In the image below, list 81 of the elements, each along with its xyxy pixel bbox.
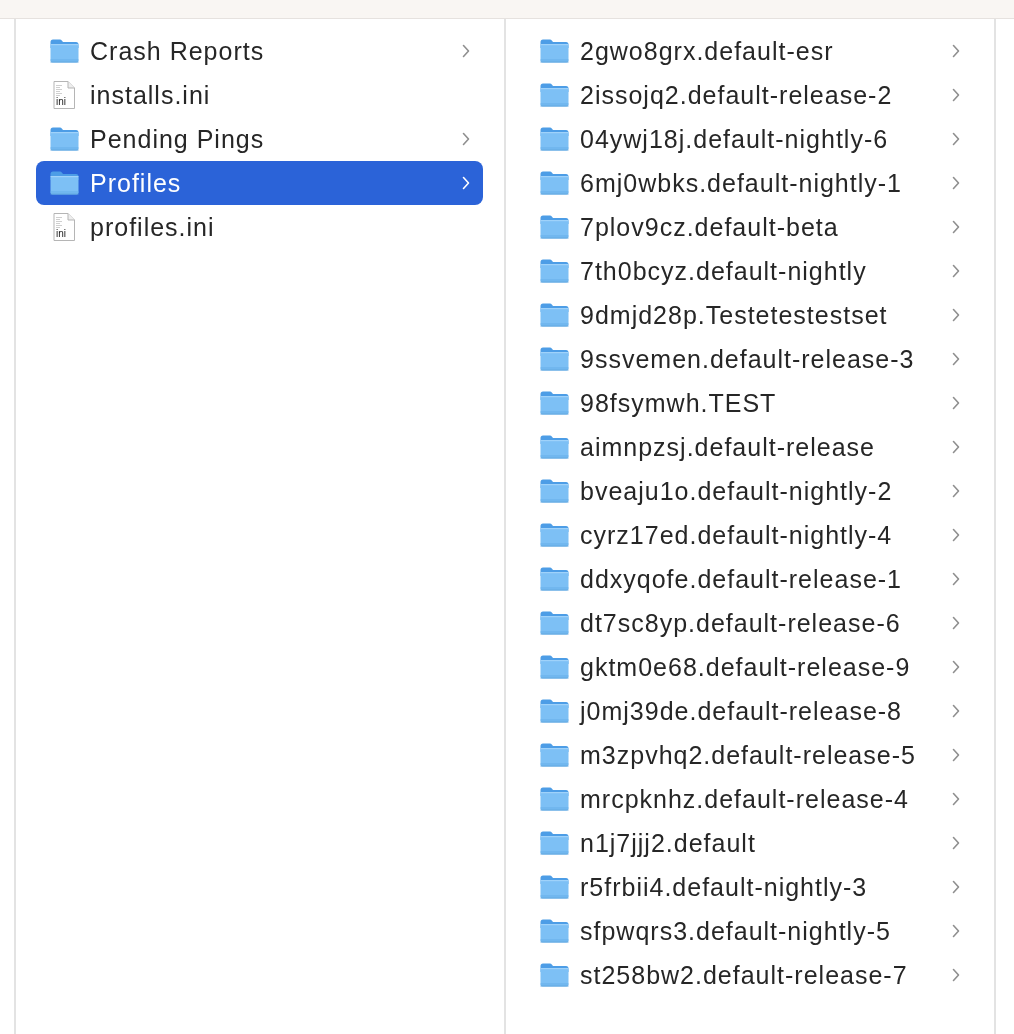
folder-icon — [540, 127, 569, 151]
chevron-icon — [952, 220, 960, 234]
folder-row[interactable]: j0mj39de.default-release-8 — [526, 689, 973, 733]
chevron-icon — [952, 396, 960, 410]
chevron-icon — [952, 484, 960, 498]
folder-icon — [50, 127, 79, 151]
folder-icon — [540, 171, 569, 195]
chevron-icon — [952, 264, 960, 278]
chevron-icon — [952, 132, 960, 146]
chevron-icon — [952, 616, 960, 630]
file-row[interactable]: ini profiles.ini — [36, 205, 483, 249]
folder-row[interactable]: st258bw2.default-release-7 — [526, 953, 973, 997]
folder-icon — [540, 655, 569, 679]
chevron-icon — [952, 660, 960, 674]
folder-icon — [50, 171, 79, 195]
folder-row[interactable]: 98fsymwh.TEST — [526, 381, 973, 425]
folder-icon — [540, 699, 569, 723]
chevron-icon — [952, 528, 960, 542]
chevron-icon — [952, 308, 960, 322]
folder-row[interactable]: gktm0e68.default-release-9 — [526, 645, 973, 689]
folder-row[interactable]: Crash Reports — [36, 29, 483, 73]
folder-row[interactable]: r5frbii4.default-nightly-3 — [526, 865, 973, 909]
folder-icon — [540, 303, 569, 327]
chevron-icon — [462, 132, 470, 146]
file-type-label: ini — [56, 229, 66, 239]
chevron-icon — [952, 792, 960, 806]
chevron-icon — [952, 440, 960, 454]
chevron-icon — [952, 924, 960, 938]
file-type-label: ini — [56, 97, 66, 107]
folder-row[interactable]: 6mj0wbks.default-nightly-1 — [526, 161, 973, 205]
folder-row[interactable]: Pending Pings — [36, 117, 483, 161]
folder-icon — [540, 831, 569, 855]
folder-icon — [50, 39, 79, 63]
folder-row[interactable]: cyrz17ed.default-nightly-4 — [526, 513, 973, 557]
chevron-icon — [952, 88, 960, 102]
folder-row[interactable]: 9ssvemen.default-release-3 — [526, 337, 973, 381]
folder-icon — [540, 347, 569, 371]
folder-icon — [540, 83, 569, 107]
file-row[interactable]: ini installs.ini — [36, 73, 483, 117]
chevron-icon — [462, 176, 470, 190]
chevron-icon — [952, 572, 960, 586]
chevron-icon — [952, 44, 960, 58]
folder-row[interactable]: mrcpknhz.default-release-4 — [526, 777, 973, 821]
folder-icon — [540, 963, 569, 987]
chevron-icon — [952, 748, 960, 762]
folder-row[interactable]: bveaju1o.default-nightly-2 — [526, 469, 973, 513]
chevron-icon — [952, 704, 960, 718]
chevron-icon — [952, 880, 960, 894]
chevron-icon — [462, 44, 470, 58]
document-icon — [53, 213, 75, 241]
folder-icon — [540, 479, 569, 503]
folder-icon — [540, 567, 569, 591]
chevron-icon — [952, 836, 960, 850]
folder-row[interactable]: 2gwo8grx.default-esr — [526, 29, 973, 73]
folder-icon — [540, 259, 569, 283]
chevron-icon — [952, 968, 960, 982]
folder-row[interactable]: dt7sc8yp.default-release-6 — [526, 601, 973, 645]
folder-icon — [540, 215, 569, 239]
folder-row[interactable]: 04ywj18j.default-nightly-6 — [526, 117, 973, 161]
chevron-icon — [952, 352, 960, 366]
folder-row[interactable]: 7th0bcyz.default-nightly — [526, 249, 973, 293]
folder-icon — [540, 787, 569, 811]
folder-row[interactable]: 2issojq2.default-release-2 — [526, 73, 973, 117]
folder-row[interactable]: ddxyqofe.default-release-1 — [526, 557, 973, 601]
folder-icon — [540, 875, 569, 899]
folder-icon — [540, 743, 569, 767]
folder-row[interactable]: Profiles — [36, 161, 483, 205]
folder-row[interactable]: n1j7jjj2.default — [526, 821, 973, 865]
chevron-icon — [952, 176, 960, 190]
document-icon — [53, 81, 75, 109]
folder-row[interactable]: aimnpzsj.default-release — [526, 425, 973, 469]
folder-icon — [540, 435, 569, 459]
folder-icon — [540, 611, 569, 635]
folder-row[interactable]: 7plov9cz.default-beta — [526, 205, 973, 249]
folder-row[interactable]: sfpwqrs3.default-nightly-5 — [526, 909, 973, 953]
folder-icon — [540, 523, 569, 547]
folder-icon — [540, 391, 569, 415]
folder-row[interactable]: m3zpvhq2.default-release-5 — [526, 733, 973, 777]
folder-row[interactable]: 9dmjd28p.Testetestestset — [526, 293, 973, 337]
folder-icon — [540, 39, 569, 63]
folder-icon — [540, 919, 569, 943]
